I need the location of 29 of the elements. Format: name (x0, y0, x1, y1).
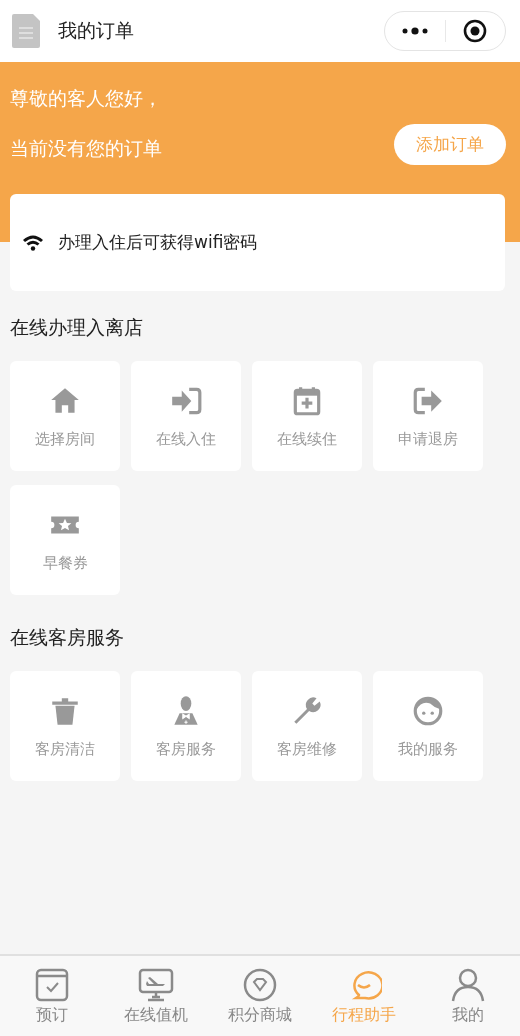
service-tile[interactable]: 申请退房 (373, 361, 483, 471)
more-icon[interactable] (401, 27, 428, 35)
page-title: 我的订单 (58, 18, 135, 43)
calendar-check-icon (34, 966, 70, 1003)
tab-item[interactable]: 积分商城 (208, 956, 312, 1036)
wifi-notice-text: 办理入住后可获得wifi密码 (58, 231, 258, 254)
close-target-icon[interactable] (463, 19, 488, 43)
diamond-badge-icon (242, 966, 278, 1003)
tab-item[interactable]: 预订 (0, 956, 104, 1036)
wifi-icon (22, 234, 44, 251)
add-order-button[interactable]: 添加订单 (394, 124, 506, 165)
service-tile[interactable]: 选择房间 (10, 361, 120, 471)
greeting-text: 尊敬的客人您好， (10, 86, 163, 111)
section-title: 在线办理入离店 (10, 315, 144, 340)
tab-item[interactable]: 我的 (416, 956, 520, 1036)
person-icon (450, 966, 486, 1003)
service-tile[interactable]: 客房清洁 (10, 671, 120, 781)
tab-item[interactable]: 在线值机 (104, 956, 208, 1036)
service-tile[interactable]: 客房服务 (131, 671, 241, 781)
service-tile[interactable]: 在线续住 (252, 361, 362, 471)
service-tile[interactable]: 我的服务 (373, 671, 483, 781)
document-icon (12, 14, 40, 48)
service-tile[interactable]: 客房维修 (252, 671, 362, 781)
section-title: 在线客房服务 (10, 625, 125, 650)
no-orders-text: 当前没有您的订单 (10, 136, 163, 161)
service-tile[interactable]: 在线入住 (131, 361, 241, 471)
service-tile[interactable]: 早餐券 (10, 485, 120, 595)
monitor-plane-icon (138, 966, 174, 1003)
tab-item[interactable]: 行程助手 (312, 956, 416, 1036)
